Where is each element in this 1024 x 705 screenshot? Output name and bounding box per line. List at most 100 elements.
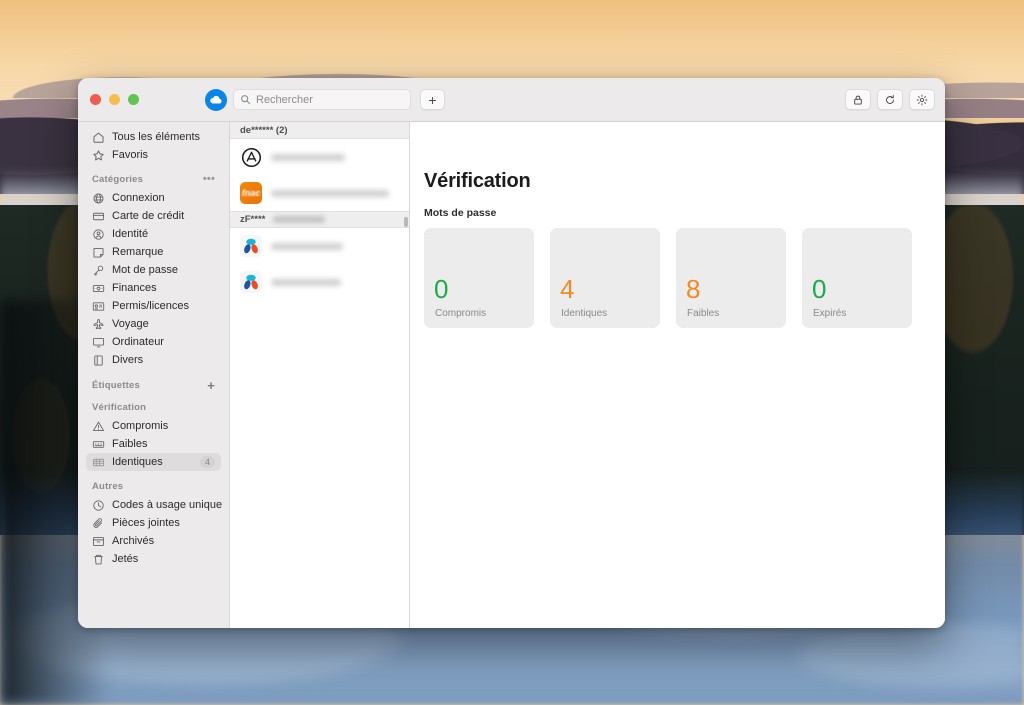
- sidebar-item-finances[interactable]: Finances: [86, 279, 221, 297]
- sidebar-item-label: Tous les éléments: [112, 131, 200, 143]
- credit-card-icon: [92, 210, 105, 223]
- sidebar-item-label: Jetés: [112, 553, 138, 565]
- sidebar-item-mot-de-passe[interactable]: Mot de passe: [86, 261, 221, 279]
- sidebar-item-label: Divers: [112, 354, 143, 366]
- search-field-wrapper[interactable]: Rechercher: [233, 89, 411, 110]
- sidebar-item-trash[interactable]: Jetés: [86, 550, 221, 568]
- group-header-redacted: [273, 216, 325, 223]
- duplicate-icon: [92, 456, 105, 469]
- categories-more-button[interactable]: •••: [203, 174, 215, 185]
- sidebar-item-connexion[interactable]: Connexion: [86, 189, 221, 207]
- sidebar-header-label: Autres: [92, 481, 123, 492]
- sidebar-item-label: Ordinateur: [112, 336, 164, 348]
- stat-card-expires[interactable]: 0 Expirés: [802, 228, 912, 328]
- sidebar-categories-header: Catégories •••: [92, 174, 215, 185]
- fnac-icon: fnac: [240, 182, 262, 204]
- sidebar-item-archived[interactable]: Archivés: [86, 532, 221, 550]
- gear-icon: [916, 94, 928, 106]
- item-title-redacted: [271, 243, 343, 250]
- home-icon: [92, 131, 105, 144]
- sidebar: Tous les éléments Favoris Catégories •••: [78, 122, 230, 628]
- appstore-glyph: [241, 147, 262, 168]
- sidebar-item-carte-de-credit[interactable]: Carte de crédit: [86, 207, 221, 225]
- sidebar-item-label: Codes à usage unique: [112, 499, 222, 511]
- add-tag-button[interactable]: +: [207, 379, 215, 392]
- sidebar-item-label: Identiques: [112, 456, 163, 468]
- sidebar-item-favorites[interactable]: Favoris: [86, 146, 221, 164]
- desktop-background: Rechercher +: [0, 0, 1024, 705]
- list-item[interactable]: [230, 264, 409, 300]
- sidebar-item-one-time-codes[interactable]: Codes à usage unique: [86, 496, 221, 514]
- sidebar-item-divers[interactable]: Divers: [86, 351, 221, 369]
- stat-label: Compromis: [435, 308, 486, 319]
- stat-value: 8: [686, 276, 700, 302]
- sidebar-verification-header: Vérification: [92, 402, 215, 413]
- sidebar-item-label: Permis/licences: [112, 300, 189, 312]
- sidebar-item-all-items[interactable]: Tous les éléments: [86, 128, 221, 146]
- sidebar-item-compromis[interactable]: Compromis: [86, 417, 221, 435]
- item-list: de****** (2) fnac: [230, 122, 410, 628]
- trilobe-glyph: [241, 272, 261, 292]
- lock-button[interactable]: [845, 89, 871, 110]
- sidebar-others-header: Autres: [92, 481, 215, 492]
- item-title-redacted: [271, 154, 345, 161]
- sidebar-item-label: Pièces jointes: [112, 517, 180, 529]
- sidebar-header-label: Étiquettes: [92, 380, 140, 391]
- search-placeholder: Rechercher: [256, 94, 313, 106]
- stat-card-identiques[interactable]: 4 Identiques: [550, 228, 660, 328]
- window-toolbar: Rechercher +: [78, 78, 945, 122]
- list-item[interactable]: fnac: [230, 175, 409, 211]
- settings-button[interactable]: [909, 89, 935, 110]
- computer-icon: [92, 336, 105, 349]
- list-item[interactable]: [230, 139, 409, 175]
- sidebar-header-label: Catégories: [92, 174, 143, 185]
- stat-value: 4: [560, 276, 574, 302]
- sidebar-item-label: Remarque: [112, 246, 163, 258]
- page-title: Vérification: [424, 170, 945, 193]
- sidebar-item-permis-licences[interactable]: Permis/licences: [86, 297, 221, 315]
- stat-card-faibles[interactable]: 8 Faibles: [676, 228, 786, 328]
- stat-value: 0: [434, 276, 448, 302]
- sidebar-item-label: Mot de passe: [112, 264, 178, 276]
- stat-card-compromis[interactable]: 0 Compromis: [424, 228, 534, 328]
- sidebar-item-remarque[interactable]: Remarque: [86, 243, 221, 261]
- license-icon: [92, 300, 105, 313]
- list-item[interactable]: [230, 228, 409, 264]
- sidebar-item-identiques[interactable]: Identiques 4: [86, 453, 221, 471]
- archive-icon: [92, 535, 105, 548]
- toolbar-right-buttons: [845, 89, 935, 110]
- sidebar-item-voyage[interactable]: Voyage: [86, 315, 221, 333]
- fnac-wordmark: fnac: [242, 188, 261, 198]
- zoom-button[interactable]: [128, 94, 139, 105]
- trilobe-glyph: [241, 236, 261, 256]
- identity-icon: [92, 228, 105, 241]
- sidebar-item-label: Connexion: [112, 192, 165, 204]
- weak-password-icon: [92, 438, 105, 451]
- stat-value: 0: [812, 276, 826, 302]
- cloud-icon[interactable]: [205, 89, 227, 111]
- sidebar-item-label: Carte de crédit: [112, 210, 184, 222]
- add-item-button[interactable]: +: [420, 89, 445, 110]
- misc-icon: [92, 354, 105, 367]
- airplane-icon: [92, 318, 105, 331]
- list-scrollbar[interactable]: [404, 217, 408, 227]
- app-window: Rechercher +: [78, 78, 945, 628]
- note-icon: [92, 246, 105, 259]
- sidebar-item-faibles[interactable]: Faibles: [86, 435, 221, 453]
- section-label: Mots de passe: [424, 207, 945, 219]
- sync-button[interactable]: [877, 89, 903, 110]
- window-body: Tous les éléments Favoris Catégories •••: [78, 122, 945, 628]
- appstore-icon: [240, 146, 262, 168]
- paperclip-icon: [92, 517, 105, 530]
- key-icon: [92, 264, 105, 277]
- close-button[interactable]: [90, 94, 101, 105]
- sidebar-item-identite[interactable]: Identité: [86, 225, 221, 243]
- sidebar-item-label: Voyage: [112, 318, 149, 330]
- sidebar-item-ordinateur[interactable]: Ordinateur: [86, 333, 221, 351]
- star-icon: [92, 149, 105, 162]
- search-input[interactable]: Rechercher: [233, 89, 411, 110]
- stat-label: Expirés: [813, 308, 846, 319]
- item-title-redacted: [271, 190, 389, 197]
- sidebar-item-attachments[interactable]: Pièces jointes: [86, 514, 221, 532]
- minimize-button[interactable]: [109, 94, 120, 105]
